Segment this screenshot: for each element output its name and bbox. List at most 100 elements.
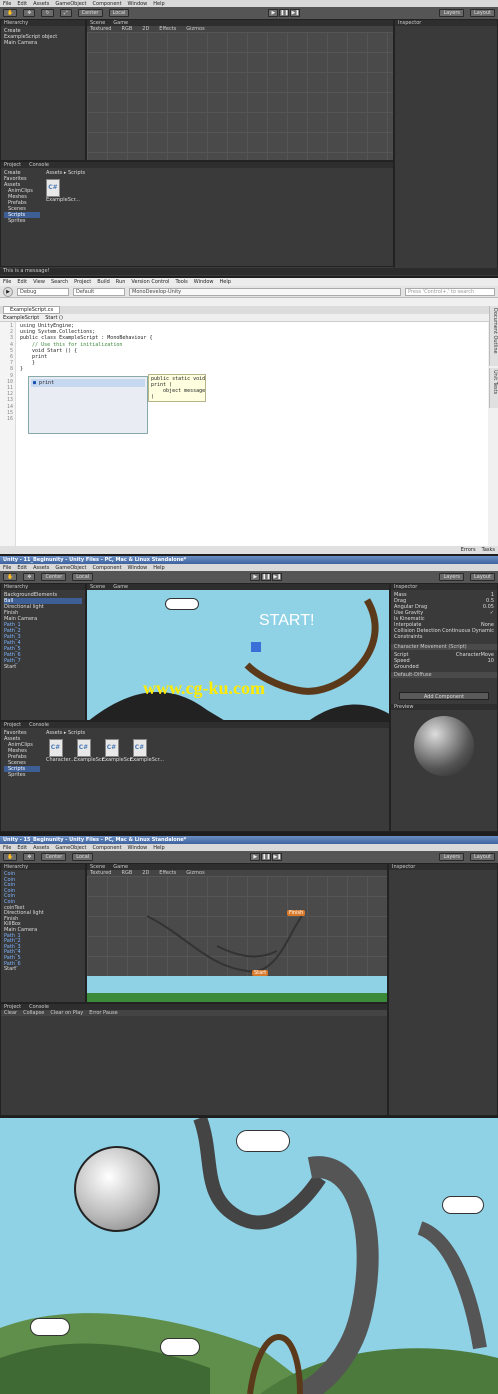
move-tool-icon[interactable]: ✥ bbox=[23, 573, 36, 581]
menu-item[interactable]: Version Control bbox=[131, 279, 169, 285]
menu-help[interactable]: Help bbox=[153, 845, 164, 851]
menu-item[interactable]: Build bbox=[97, 279, 110, 285]
space-toggle[interactable]: Local bbox=[72, 853, 94, 861]
clear-on-play-button[interactable]: Clear on Play bbox=[50, 1010, 83, 1016]
menu-item[interactable]: Tools bbox=[175, 279, 187, 285]
code-line[interactable]: public class ExampleScript : MonoBehavio… bbox=[20, 335, 152, 341]
menu-window[interactable]: Window bbox=[128, 1, 148, 7]
method-crumb[interactable]: Start () bbox=[45, 315, 63, 321]
collapse-button[interactable]: Collapse bbox=[23, 1010, 44, 1016]
hierarchy-item[interactable]: Start bbox=[4, 966, 82, 973]
menu-help[interactable]: Help bbox=[153, 1, 164, 7]
menu-component[interactable]: Component bbox=[93, 845, 122, 851]
layout-dropdown[interactable]: Layout bbox=[469, 573, 495, 581]
code-lines[interactable]: using UnityEngine; using System.Collectio… bbox=[20, 323, 152, 373]
menu-item[interactable]: Search bbox=[51, 279, 68, 285]
menu-item[interactable]: Project bbox=[74, 279, 91, 285]
autocomplete-item[interactable]: ■ print bbox=[31, 379, 145, 387]
pivot-toggle[interactable]: Center bbox=[41, 573, 67, 581]
breadcrumb[interactable]: Assets ▸ Scripts bbox=[46, 170, 85, 176]
inspector-row[interactable]: Constraints bbox=[394, 634, 494, 640]
layout-dropdown[interactable]: Layout bbox=[469, 9, 495, 17]
csharp-file-icon[interactable]: C# bbox=[46, 179, 60, 197]
menu-item[interactable]: Window bbox=[194, 279, 214, 285]
pivot-toggle[interactable]: Center bbox=[41, 853, 67, 861]
hand-tool-icon[interactable]: ✋ bbox=[3, 573, 18, 581]
pause-button[interactable]: ❚❚ bbox=[279, 9, 290, 17]
scale-tool-icon[interactable]: ⤢ bbox=[59, 9, 72, 17]
class-crumb[interactable]: ExampleScript bbox=[3, 315, 39, 321]
menu-item[interactable]: Run bbox=[116, 279, 126, 285]
play-button[interactable]: ▶ bbox=[268, 9, 279, 17]
unit-tests-tab[interactable]: Unit Tests bbox=[489, 368, 498, 408]
file-tile[interactable]: C# ExampleScr... bbox=[130, 739, 164, 763]
menu-gameobject[interactable]: GameObject bbox=[55, 565, 86, 571]
breadcrumb[interactable]: Assets ▸ Scripts bbox=[46, 730, 154, 736]
tree-item[interactable]: Sprites bbox=[4, 218, 40, 224]
tasks-tab[interactable]: Tasks bbox=[482, 547, 495, 553]
menu-gameobject[interactable]: GameObject bbox=[55, 845, 86, 851]
move-tool-icon[interactable]: ✥ bbox=[23, 853, 36, 861]
menu-item[interactable]: Edit bbox=[17, 279, 27, 285]
menu-assets[interactable]: Assets bbox=[33, 845, 49, 851]
field-value[interactable]: 10 bbox=[488, 658, 494, 664]
error-pause-button[interactable]: Error Pause bbox=[89, 1010, 117, 1016]
search-input[interactable]: Press 'Control+,' to search bbox=[405, 287, 495, 296]
menu-component[interactable]: Component bbox=[93, 1, 122, 7]
menu-item[interactable]: Help bbox=[220, 279, 231, 285]
file-tile[interactable]: C# Character... bbox=[46, 739, 75, 763]
layout-dropdown[interactable]: Layout bbox=[469, 853, 495, 861]
hierarchy-item[interactable]: Main Camera bbox=[4, 40, 82, 46]
field-value[interactable]: ✓ bbox=[490, 610, 494, 616]
file-tile[interactable]: C# ExampleScr... bbox=[102, 739, 136, 763]
menu-assets[interactable]: Assets bbox=[33, 565, 49, 571]
step-button[interactable]: ▶❚ bbox=[272, 853, 283, 861]
menu-edit[interactable]: Edit bbox=[17, 845, 27, 851]
pivot-toggle[interactable]: Center bbox=[77, 9, 103, 17]
menu-help[interactable]: Help bbox=[153, 565, 164, 571]
layers-dropdown[interactable]: Layers bbox=[439, 853, 464, 861]
space-toggle[interactable]: Local bbox=[72, 573, 94, 581]
space-toggle[interactable]: Local bbox=[108, 9, 130, 17]
pause-button[interactable]: ❚❚ bbox=[261, 853, 272, 861]
add-component-button[interactable]: Add Component bbox=[399, 692, 489, 700]
menu-assets[interactable]: Assets bbox=[33, 1, 49, 7]
tree-item[interactable]: Sprites bbox=[4, 772, 40, 778]
play-button[interactable]: ▶ bbox=[250, 853, 261, 861]
menu-edit[interactable]: Edit bbox=[17, 565, 27, 571]
menu-edit[interactable]: Edit bbox=[17, 1, 27, 7]
file-tile[interactable]: C# ExampleScr... bbox=[74, 739, 108, 763]
inspector-tab[interactable]: Inspector bbox=[389, 864, 497, 870]
hand-tool-icon[interactable]: ✋ bbox=[3, 9, 18, 17]
rotate-tool-icon[interactable]: ↻ bbox=[41, 9, 54, 17]
game-view[interactable]: START! www.cg-ku.com bbox=[87, 590, 389, 720]
code-line[interactable]: } bbox=[20, 366, 152, 372]
pause-button[interactable]: ❚❚ bbox=[261, 573, 272, 581]
menu-gameobject[interactable]: GameObject bbox=[55, 1, 86, 7]
scene-view[interactable]: Finish Start bbox=[87, 876, 387, 1002]
menu-item[interactable]: File bbox=[3, 279, 11, 285]
code-editor[interactable]: 1 2 3 4 5 6 7 8 9 10 11 12 13 14 15 16 using UnityEngin… bbox=[0, 322, 488, 552]
run-button[interactable]: ▶ bbox=[3, 286, 13, 297]
material-header[interactable]: Default-Diffuse bbox=[391, 672, 497, 678]
menu-file[interactable]: File bbox=[3, 1, 11, 7]
field-value[interactable]: Continuous Dynamic bbox=[442, 628, 494, 634]
inspector-tab[interactable]: Inspector bbox=[395, 20, 497, 26]
layers-dropdown[interactable]: Layers bbox=[439, 573, 464, 581]
menu-window[interactable]: Window bbox=[128, 845, 148, 851]
hierarchy-item[interactable]: Start bbox=[4, 664, 82, 670]
file-tab[interactable]: ExampleScript.cs bbox=[3, 306, 61, 314]
play-button[interactable]: ▶ bbox=[250, 573, 261, 581]
step-button[interactable]: ▶❚ bbox=[272, 573, 283, 581]
menu-item[interactable]: View bbox=[33, 279, 45, 285]
step-button[interactable]: ▶❚ bbox=[290, 9, 301, 17]
move-tool-icon[interactable]: ✥ bbox=[23, 9, 36, 17]
document-outline-tab[interactable]: Document Outline bbox=[489, 306, 498, 366]
target-dropdown[interactable]: Default bbox=[73, 287, 125, 296]
config-dropdown[interactable]: Debug bbox=[17, 287, 69, 296]
menu-component[interactable]: Component bbox=[93, 565, 122, 571]
layers-dropdown[interactable]: Layers bbox=[439, 9, 464, 17]
menu-file[interactable]: File bbox=[3, 845, 11, 851]
hand-tool-icon[interactable]: ✋ bbox=[3, 853, 18, 861]
menu-window[interactable]: Window bbox=[128, 565, 148, 571]
